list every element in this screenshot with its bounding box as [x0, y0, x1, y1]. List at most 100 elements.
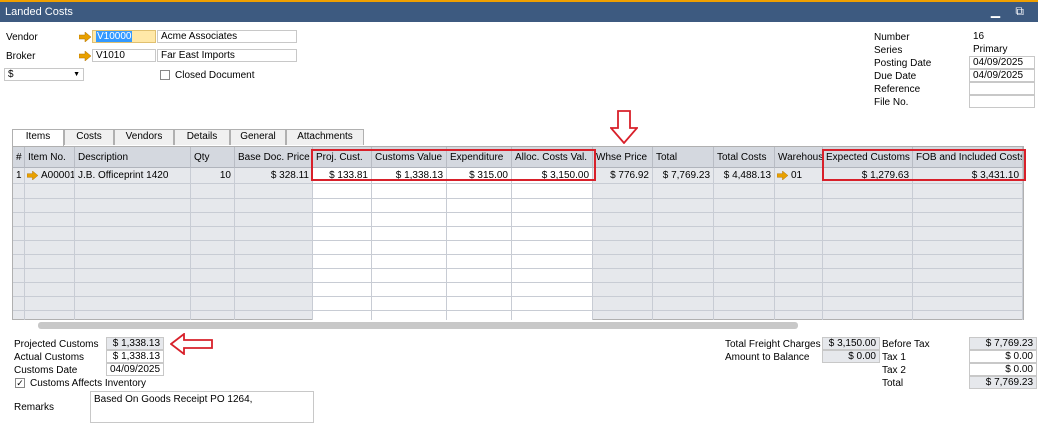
posting-date-field[interactable]: 04/09/2025 — [969, 56, 1035, 69]
customs-date-field[interactable]: 04/09/2025 — [106, 363, 164, 376]
annotation-box-expected-columns — [822, 149, 1026, 181]
before-tax-label: Before Tax — [882, 339, 930, 350]
empty-column — [313, 184, 372, 320]
tab-general[interactable]: General — [230, 129, 286, 145]
due-date-label: Due Date — [874, 71, 917, 82]
broker-code-input[interactable]: V1010 — [92, 49, 156, 62]
col-header[interactable]: Whse Price — [593, 147, 653, 168]
window-title: Landed Costs — [5, 6, 73, 18]
amount-to-balance-label: Amount to Balance — [725, 352, 810, 363]
table-cell[interactable]: J.B. Officeprint 1420 — [75, 168, 191, 184]
link-arrow-icon[interactable] — [777, 171, 788, 180]
closed-document-label: Closed Document — [175, 70, 255, 81]
vendor-label: Vendor — [6, 32, 38, 43]
dropdown-arrow-icon: ▼ — [73, 71, 80, 78]
series-select[interactable]: Primary — [969, 43, 1035, 56]
actual-customs-field[interactable]: $ 1,338.13 — [106, 350, 164, 363]
empty-column — [447, 184, 512, 320]
empty-column — [593, 184, 653, 320]
annotation-down-arrow — [610, 110, 638, 144]
file-no-field[interactable] — [969, 95, 1035, 108]
file-no-label: File No. — [874, 97, 909, 108]
annotation-box-customs-columns — [311, 149, 596, 181]
grid-line — [13, 296, 1023, 297]
tab-vendors[interactable]: Vendors — [114, 129, 174, 145]
col-header[interactable]: Description — [75, 147, 191, 168]
table-cell[interactable]: $ 4,488.13 — [714, 168, 775, 184]
grid-line — [13, 226, 1023, 227]
total-freight-value: $ 3,150.00 — [822, 337, 880, 350]
remarks-label: Remarks — [14, 402, 55, 413]
before-tax-value: $ 7,769.23 — [969, 337, 1037, 350]
vendor-code-input[interactable]: V10000 — [92, 30, 156, 43]
series-label: Series — [874, 45, 903, 56]
projected-customs-value: $ 1,338.13 — [106, 337, 164, 350]
link-arrow-icon[interactable] — [27, 171, 38, 180]
empty-column — [235, 184, 313, 320]
empty-column — [775, 184, 823, 320]
tab-details[interactable]: Details — [174, 129, 230, 145]
empty-column — [913, 184, 1023, 320]
remarks-textarea[interactable]: Based On Goods Receipt PO 1264, — [90, 391, 314, 423]
empty-column — [25, 184, 75, 320]
actual-customs-label: Actual Customs — [14, 352, 85, 363]
window-controls[interactable]: ▁ ⧉ — [991, 4, 1030, 19]
col-header[interactable]: Base Doc. Price — [235, 147, 313, 168]
broker-label: Broker — [6, 51, 36, 62]
reference-field[interactable] — [969, 82, 1035, 95]
broker-name-input[interactable]: Far East Imports — [157, 49, 297, 62]
col-header[interactable]: Total — [653, 147, 714, 168]
col-header[interactable]: # — [13, 147, 25, 168]
amount-to-balance-value: $ 0.00 — [822, 350, 880, 363]
projected-customs-label: Projected Customs — [14, 339, 99, 350]
grid-line — [13, 212, 1023, 213]
tab-attachments[interactable]: Attachments — [286, 129, 364, 145]
empty-column — [191, 184, 235, 320]
table-cell[interactable]: 10 — [191, 168, 235, 184]
col-header[interactable]: Item No. — [25, 147, 75, 168]
tax1-value: $ 0.00 — [969, 350, 1037, 363]
number-field[interactable]: 16 — [969, 30, 1035, 43]
currency-select[interactable]: $ ▼ — [4, 68, 84, 81]
tab-items[interactable]: Items — [12, 129, 64, 146]
empty-column — [714, 184, 775, 320]
table-cell[interactable]: $ 7,769.23 — [653, 168, 714, 184]
grid-line — [13, 310, 1023, 311]
col-header[interactable]: Total Costs — [714, 147, 775, 168]
vendor-name-input[interactable]: Acme Associates — [157, 30, 297, 43]
empty-column — [372, 184, 447, 320]
table-cell[interactable]: 01 — [775, 168, 823, 184]
due-date-field[interactable]: 04/09/2025 — [969, 69, 1035, 82]
total-value: $ 7,769.23 — [969, 376, 1037, 389]
col-header[interactable]: Warehouse — [775, 147, 823, 168]
closed-document-checkbox[interactable] — [160, 70, 170, 80]
col-header[interactable]: Qty — [191, 147, 235, 168]
table-cell[interactable]: $ 776.92 — [593, 168, 653, 184]
posting-date-label: Posting Date — [874, 58, 932, 69]
empty-column — [13, 184, 25, 320]
empty-column — [653, 184, 714, 320]
tax1-label: Tax 1 — [882, 352, 906, 363]
grid-line — [13, 254, 1023, 255]
number-label: Number — [874, 32, 910, 43]
tab-costs[interactable]: Costs — [64, 129, 114, 145]
link-arrow-icon[interactable] — [79, 32, 91, 42]
customs-date-label: Customs Date — [14, 365, 78, 376]
horizontal-scrollbar[interactable] — [38, 322, 798, 329]
empty-column — [823, 184, 913, 320]
total-label: Total — [882, 378, 904, 389]
tax2-label: Tax 2 — [882, 365, 906, 376]
grid-line — [13, 198, 1023, 199]
grid-line — [13, 268, 1023, 269]
empty-column — [75, 184, 191, 320]
table-cell[interactable]: $ 328.11 — [235, 168, 313, 184]
table-cell: 1 — [13, 168, 25, 184]
link-arrow-icon[interactable] — [79, 51, 91, 61]
total-freight-label: Total Freight Charges — [725, 339, 821, 350]
annotation-left-arrow — [170, 333, 213, 355]
grid-line — [13, 240, 1023, 241]
table-cell[interactable]: A00001 — [25, 168, 75, 184]
window-titlebar: Landed Costs ▁ ⧉ — [0, 0, 1038, 22]
grid-line — [13, 282, 1023, 283]
customs-affects-inventory-checkbox[interactable]: ✓ — [15, 378, 25, 388]
